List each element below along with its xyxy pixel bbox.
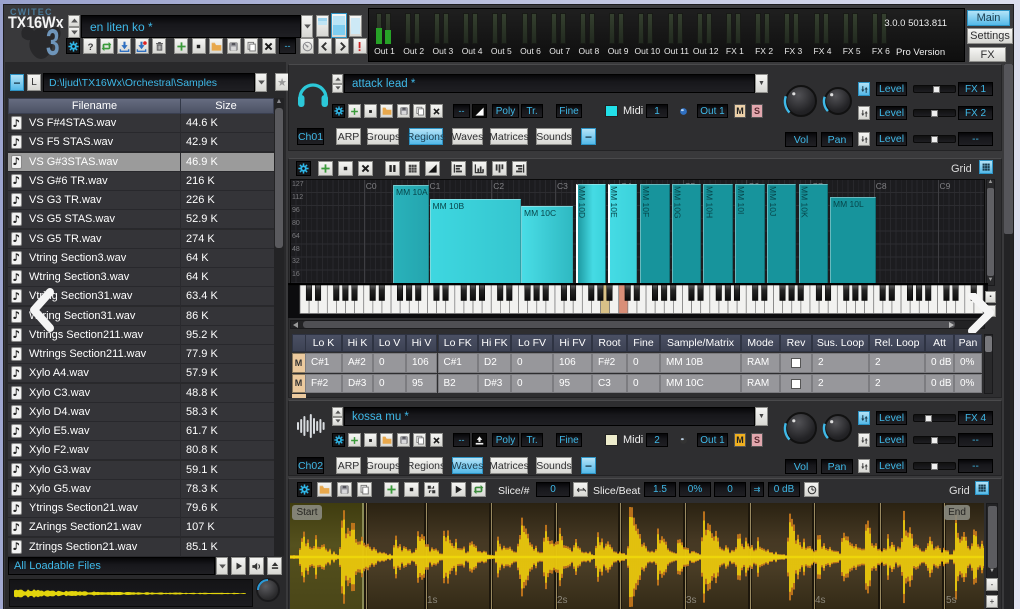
svg-text:?: ? xyxy=(87,41,93,51)
